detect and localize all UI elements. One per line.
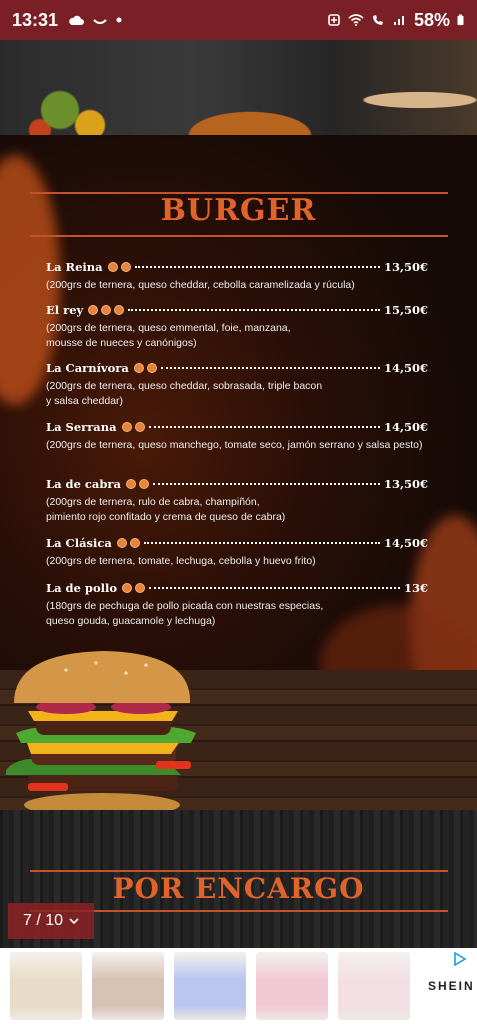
menu-item: La Clásica 14,50€ (200grs de ternera, toma… (46, 536, 428, 569)
menu-item-description: (180grs de pechuga de pollo picada con n… (46, 600, 324, 627)
menu-item-name: La de pollo (46, 581, 118, 595)
allergen-icons (122, 583, 146, 593)
allergen-icon (88, 305, 99, 315)
menu-item: La Serrana 14,50€ (200grs de ternera, ques… (46, 420, 428, 453)
allergen-icon (121, 422, 132, 432)
battery-icon (457, 14, 464, 26)
section-title-burger: BURGER (160, 193, 317, 228)
adchoices-icon[interactable] (453, 952, 467, 966)
allergen-icons (88, 305, 125, 315)
allergen-icon (122, 583, 133, 593)
ad-brand[interactable]: SHEIN (428, 979, 475, 993)
menu-item-description: (200grs de ternera, tomate, lechuga, ceb… (46, 555, 316, 567)
menu-item-price: 14,50€ (383, 420, 428, 434)
allergen-icon (125, 479, 136, 489)
menu-item-name: La Serrana (46, 420, 117, 434)
allergen-icon (101, 305, 112, 315)
menu-item-description: (200grs de ternera, queso manchego, toma… (46, 439, 423, 451)
allergen-icon (129, 538, 140, 548)
menu-item-description: (200grs de ternera, rulo de cabra, champ… (46, 496, 286, 523)
battery-percent: 58% (413, 9, 450, 30)
allergen-icon (146, 363, 157, 373)
menu-item-row: La Reina 13,50€ (46, 260, 428, 274)
wifi-icon (348, 14, 364, 26)
menu-item-row: La Serrana 14,50€ (46, 420, 428, 434)
chevron-down-icon (69, 918, 79, 925)
menu-item-row: La Carnívora 14,50€ (46, 361, 428, 375)
ad-product-image[interactable] (92, 952, 164, 1020)
leader-dots (134, 266, 380, 268)
link-icon (93, 19, 107, 24)
ad-product-image[interactable] (174, 952, 246, 1020)
menu-item-name: La Clásica (46, 536, 112, 550)
allergen-icon (116, 538, 127, 548)
ad-product-image[interactable] (10, 952, 82, 1020)
allergen-icon (135, 583, 146, 593)
signal-icon (393, 16, 404, 25)
menu-item-price: 15,50€ (383, 303, 428, 317)
menu-item-price: 14,50€ (383, 361, 428, 375)
section-title-por-encargo: POR ENCARGO (112, 872, 365, 905)
menu-item-name: El rey (46, 303, 84, 317)
page-indicator: 7 / 10 (22, 912, 64, 929)
dot-icon (116, 17, 122, 23)
menu-item-row: La de pollo 13€ (46, 581, 428, 595)
allergen-icons (133, 363, 157, 373)
status-time: 13:31 (12, 9, 59, 30)
menu-item-price: 13,50€ (383, 260, 428, 274)
menu-item: La de cabra 13,50€ (200grs de ternera, rul… (46, 477, 428, 524)
menu-item-description: (200grs de ternera, queso emmental, foie… (46, 322, 291, 349)
menu-item: La de pollo 13€ (180grs de pechuga de poll… (46, 581, 428, 628)
wifi-calling-icon (372, 15, 383, 25)
leader-dots (160, 367, 380, 369)
allergen-icon (120, 262, 131, 272)
burger-illustration (6, 651, 196, 817)
menu-item: La Reina 13,50€ (200grs de ternera, queso … (46, 260, 428, 293)
page-selector[interactable]: 7 / 10 (8, 903, 94, 939)
menu-item-price: 13,50€ (383, 477, 428, 491)
ad-product-list (10, 952, 410, 1020)
menu-item: El rey 15,50€ (200grs de ternera, queso em… (46, 303, 428, 350)
leader-dots (128, 309, 380, 311)
divider (30, 235, 448, 237)
menu-item-row: La Clásica 14,50€ (46, 536, 428, 550)
allergen-icon (107, 262, 118, 272)
allergen-icons (125, 479, 149, 489)
status-bar: 13:31 58% (0, 0, 477, 40)
allergen-icon (138, 479, 149, 489)
menu-item-row: El rey 15,50€ (46, 303, 428, 317)
menu-item-row: La de cabra 13,50€ (46, 477, 428, 491)
menu-item-name: La Carnívora (46, 361, 129, 375)
leader-dots (152, 483, 380, 485)
allergen-icons (107, 262, 131, 272)
menu-item: La Carnívora 14,50€ (200grs de ternera, qu… (46, 361, 428, 408)
cloud-icon (69, 15, 85, 25)
battery-saver-icon (328, 14, 340, 26)
leader-dots (149, 587, 400, 589)
allergen-icons (116, 538, 140, 548)
allergen-icon (134, 422, 145, 432)
menu-item-description: (200grs de ternera, queso cheddar, cebol… (46, 279, 355, 291)
allergen-icons (121, 422, 145, 432)
menu-item-name: La de cabra (46, 477, 121, 491)
ad-banner[interactable]: SHEIN (0, 948, 477, 1024)
allergen-icon (114, 305, 125, 315)
food-photo-banner (0, 40, 477, 135)
menu-item-price: 14,50€ (383, 536, 428, 550)
leader-dots (143, 542, 380, 544)
ad-product-image[interactable] (338, 952, 410, 1020)
leader-dots (148, 426, 380, 428)
menu-item-description: (200grs de ternera, queso cheddar, sobra… (46, 380, 323, 407)
allergen-icon (133, 363, 144, 373)
ad-product-image[interactable] (256, 952, 328, 1020)
menu-item-price: 13€ (403, 581, 428, 595)
menu-item-name: La Reina (46, 260, 103, 274)
burger-photo (0, 651, 477, 817)
